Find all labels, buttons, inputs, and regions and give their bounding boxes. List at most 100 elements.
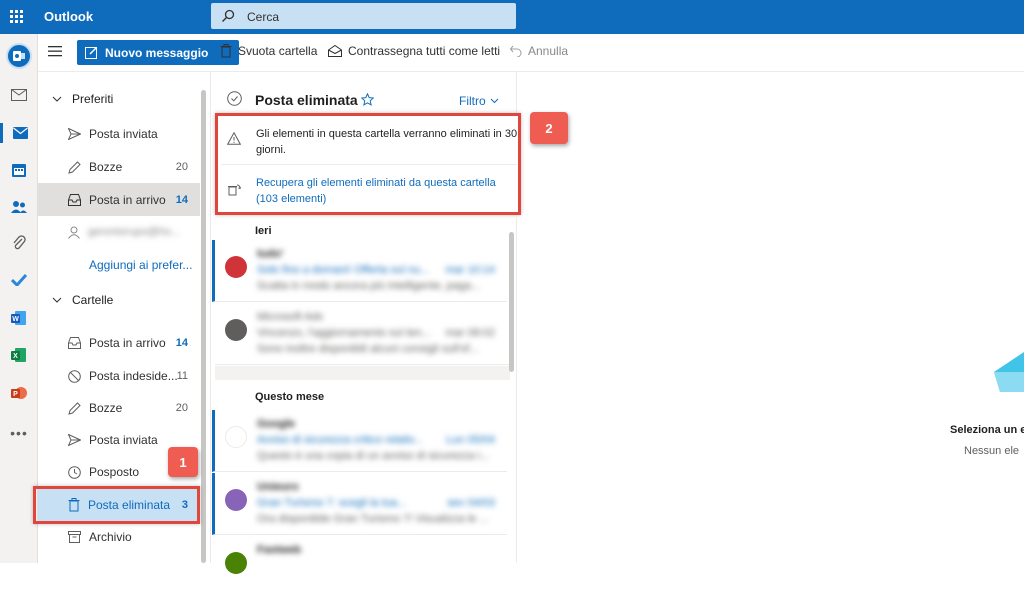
folder-item-drafts[interactable]: Bozze 20 — [38, 392, 200, 424]
command-bar: Nuovo messaggio Svuota cartella Contrass… — [38, 34, 1024, 72]
avatar — [225, 552, 247, 574]
folder-item-label: Posta in arrivo — [89, 336, 166, 350]
message-preview: Sono inoltre disponibili alcuni consigli… — [257, 343, 479, 355]
excel-icon[interactable]: X — [8, 345, 30, 365]
todo-icon[interactable] — [8, 270, 30, 290]
hamburger-menu-icon[interactable] — [48, 45, 62, 57]
compose-icon — [85, 46, 98, 59]
group-header-this-month: Questo mese — [255, 391, 325, 403]
fav-item-sent[interactable]: Posta inviata — [38, 118, 200, 150]
attachment-icon[interactable] — [8, 233, 30, 253]
calendar-icon[interactable] — [8, 160, 30, 180]
fav-item-label: gerontorupo@ho... — [88, 226, 180, 238]
inbox-icon — [68, 337, 81, 349]
message-item[interactable]: Microsoft Ads Vincenzo, l'aggiornamento … — [215, 303, 510, 365]
message-subject: Vincenzo, l'aggiornamento sul ten... — [257, 327, 431, 339]
message-preview: Scatta in modo ancora più intelligente, … — [257, 280, 481, 292]
fav-item-inbox[interactable]: Posta in arrivo 14 — [38, 183, 200, 216]
folder-item-label: Archivio — [89, 530, 132, 544]
fav-item-label: Posta inviata — [89, 127, 158, 141]
message-item[interactable]: Google Avviso di sicurezza critico relat… — [212, 410, 507, 472]
fav-item-account[interactable]: gerontorupo@ho... — [38, 216, 200, 248]
message-sender: Microsoft Ads — [257, 311, 324, 323]
chevron-down-icon — [52, 297, 62, 303]
fav-item-count: 14 — [175, 193, 188, 206]
avatar — [225, 426, 247, 448]
favorites-header[interactable]: Preferiti — [52, 92, 113, 106]
reading-empty-subtitle: Nessun ele — [964, 445, 1020, 457]
message-subject: Avviso di sicurezza critico relativ... — [257, 434, 423, 446]
folder-item-label: Posposto — [89, 465, 140, 479]
people-icon[interactable] — [8, 197, 30, 217]
message-item[interactable]: tudo' Solo fino a domani! Offerta sul nu… — [212, 240, 507, 302]
mail-icon[interactable] — [0, 123, 38, 143]
avatar — [225, 256, 247, 278]
trash-icon — [220, 44, 232, 58]
chevron-down-icon — [52, 96, 62, 102]
folder-item-archive[interactable]: Archivio — [38, 521, 200, 553]
select-all-checkmark-icon[interactable] — [227, 91, 242, 106]
folder-item-label: Posta inviata — [89, 433, 158, 447]
folder-scrollbar[interactable] — [201, 90, 206, 563]
message-item[interactable]: Fastweb — [215, 536, 510, 598]
fav-item-label: Bozze — [89, 160, 123, 174]
undo-icon — [510, 45, 522, 57]
fav-item-drafts[interactable]: Bozze 20 — [38, 151, 200, 183]
new-message-label: Nuovo messaggio — [105, 45, 209, 60]
group-separator — [215, 366, 510, 380]
mail-sent-icon[interactable] — [8, 85, 30, 105]
avatar — [225, 489, 247, 511]
svg-text:W: W — [12, 316, 19, 323]
favorites-header-label: Preferiti — [72, 92, 114, 106]
message-time: mar 10:14 — [445, 264, 495, 276]
empty-folder-button[interactable]: Svuota cartella — [220, 44, 317, 58]
empty-state-illustration — [994, 352, 1024, 392]
inbox-icon — [68, 193, 81, 206]
folder-title: Posta eliminata — [255, 92, 358, 108]
list-scrollbar[interactable] — [509, 232, 514, 372]
folder-item-inbox[interactable]: Posta in arrivo 14 — [38, 327, 200, 359]
star-icon[interactable] — [361, 93, 374, 106]
message-subject: Gran Turismo 7: scegli la tua... — [257, 497, 407, 509]
clock-icon — [68, 465, 81, 479]
person-icon — [68, 226, 80, 239]
undo-button[interactable]: Annulla — [510, 44, 568, 58]
app-name[interactable]: Outlook — [44, 9, 93, 24]
send-icon — [68, 434, 81, 446]
reading-pane: Seleziona un e Nessun ele — [518, 72, 1024, 563]
filter-button[interactable]: Filtro — [459, 94, 499, 108]
message-sender: tudo' — [257, 248, 284, 260]
search-box[interactable]: Cerca — [211, 3, 516, 29]
powerpoint-icon[interactable]: P — [8, 383, 30, 403]
folder-item-label: Bozze — [89, 401, 123, 415]
new-message-button[interactable]: Nuovo messaggio — [77, 40, 239, 65]
message-preview: Questo è una copia di un avviso di sicur… — [257, 450, 490, 462]
undo-label: Annulla — [528, 44, 569, 58]
empty-folder-label: Svuota cartella — [238, 44, 318, 58]
send-icon — [68, 128, 81, 140]
message-time: Lun 05/04 — [446, 434, 495, 446]
folders-header[interactable]: Cartelle — [52, 293, 113, 307]
mark-all-read-button[interactable]: Contrassegna tutti come letti — [328, 44, 500, 58]
folder-item-count: 14 — [175, 337, 188, 349]
pencil-icon — [68, 160, 81, 174]
word-icon[interactable]: W — [8, 308, 30, 328]
fav-item-label: Posta in arrivo — [89, 192, 166, 207]
more-apps-icon[interactable]: ••• — [8, 423, 30, 443]
message-time: mar 08:02 — [445, 327, 495, 339]
pencil-icon — [68, 401, 81, 415]
envelope-open-icon — [328, 45, 342, 57]
filter-label: Filtro — [459, 94, 486, 108]
message-item[interactable]: Unieuro Gran Turismo 7: scegli la tua...… — [212, 473, 507, 535]
search-placeholder: Cerca — [247, 10, 280, 24]
outlook-logo-icon[interactable] — [6, 43, 32, 69]
message-time: sev 04/03 — [447, 497, 495, 509]
folder-item-junk[interactable]: Posta indeside... 11 — [38, 360, 200, 392]
add-favorite-label: Aggiungi ai prefer... — [89, 258, 193, 272]
message-sender: Unieuro — [257, 481, 299, 493]
group-header-yesterday: Ieri — [255, 225, 272, 237]
callout-1: 1 — [168, 447, 198, 477]
add-favorite-link[interactable]: Aggiungi ai prefer... — [38, 249, 200, 281]
app-launcher-icon[interactable] — [10, 10, 24, 24]
mark-all-read-label: Contrassegna tutti come letti — [348, 44, 501, 58]
